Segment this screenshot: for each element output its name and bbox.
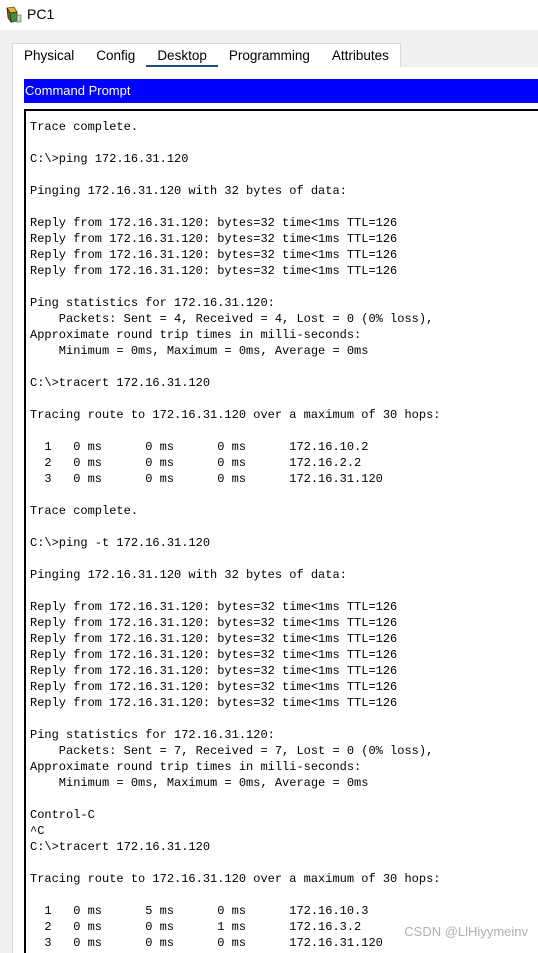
tab-config[interactable]: Config	[85, 43, 147, 67]
terminal-output[interactable]: Trace complete. C:\>ping 172.16.31.120 P…	[26, 111, 538, 951]
tab-programming[interactable]: Programming	[217, 43, 321, 67]
window-titlebar: PC1	[0, 0, 538, 30]
tab-physical[interactable]: Physical	[12, 43, 86, 67]
window-title: PC1	[27, 6, 55, 22]
command-prompt-terminal[interactable]: Trace complete. C:\>ping 172.16.31.120 P…	[24, 109, 538, 953]
tab-attributes[interactable]: Attributes	[320, 43, 401, 67]
tab-bar: Physical Config Desktop Programming Attr…	[12, 41, 401, 67]
command-prompt-title: Command Prompt	[24, 79, 538, 103]
watermark: CSDN @LlHiyymeinv	[404, 924, 528, 939]
tab-desktop[interactable]: Desktop	[146, 43, 218, 67]
packet-tracer-pc-icon	[6, 6, 22, 24]
